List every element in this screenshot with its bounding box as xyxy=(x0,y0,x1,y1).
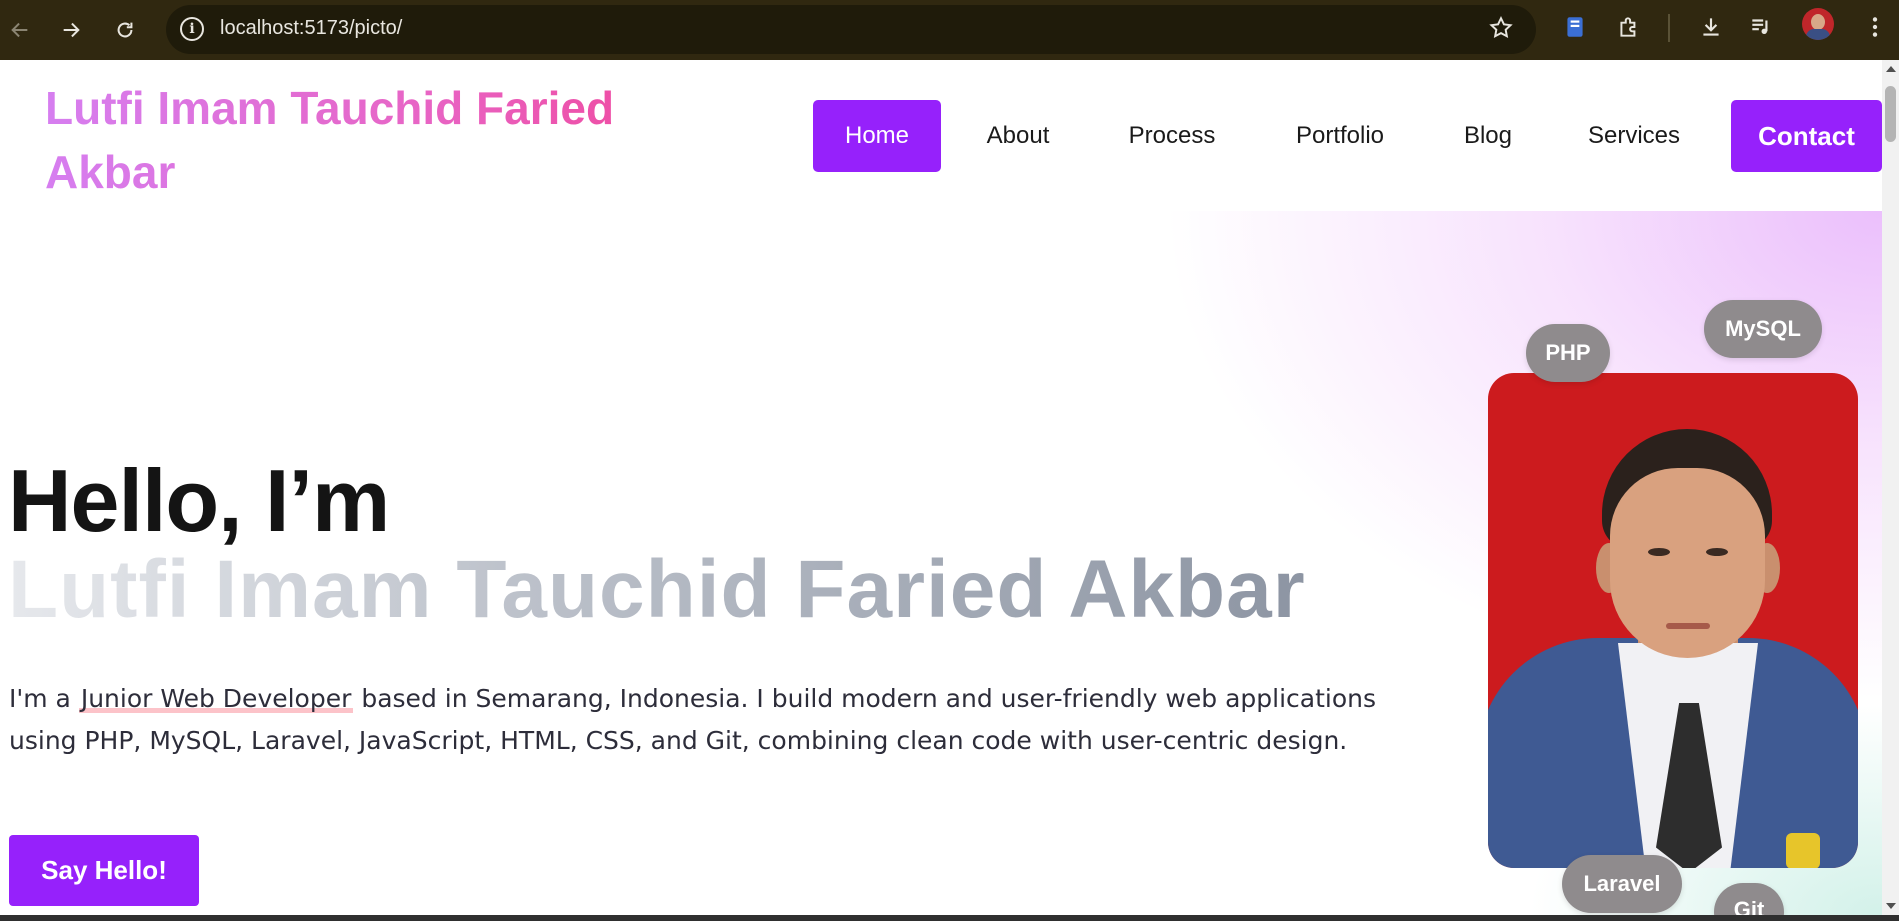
download-icon xyxy=(1703,18,1719,36)
downloads-button[interactable] xyxy=(1694,10,1728,44)
arrow-left-icon xyxy=(11,22,28,38)
site-brand[interactable]: Lutfi Imam Tauchid Faried Akbar xyxy=(45,76,685,204)
forward-button[interactable] xyxy=(53,12,89,48)
scrollbar-thumb[interactable] xyxy=(1885,86,1896,142)
web-page: Lutfi Imam Tauchid Faried Akbar Home Abo… xyxy=(0,60,1882,915)
nav-services[interactable]: Services xyxy=(1576,100,1692,172)
say-hello-button[interactable]: Say Hello! xyxy=(9,835,199,906)
puzzle-icon xyxy=(1620,17,1636,37)
address-url[interactable]: localhost:5173/picto/ xyxy=(220,17,402,40)
nav-about[interactable]: About xyxy=(962,100,1074,172)
back-button[interactable] xyxy=(2,12,38,48)
reload-button[interactable] xyxy=(107,12,143,48)
intro-highlight: Junior Web Developer xyxy=(78,684,354,713)
skill-tag-php: PHP xyxy=(1526,324,1610,382)
skill-tag-mysql: MySQL xyxy=(1704,300,1822,358)
avatar-face xyxy=(1811,14,1825,30)
profile-photo xyxy=(1488,373,1858,868)
nav-home[interactable]: Home xyxy=(813,100,941,172)
hero-greeting: Hello, I’m xyxy=(8,451,390,550)
scroll-down-arrow-icon[interactable] xyxy=(1886,903,1896,909)
nav-process[interactable]: Process xyxy=(1110,100,1234,172)
toolbar-divider xyxy=(1668,14,1670,42)
extension-book-button[interactable] xyxy=(1558,10,1592,44)
avatar-suit xyxy=(1806,29,1830,40)
nav-blog[interactable]: Blog xyxy=(1450,100,1526,172)
reload-icon xyxy=(117,22,133,38)
photo-badge xyxy=(1786,833,1820,868)
playlist-icon xyxy=(1752,19,1768,35)
intro-prefix: I'm a xyxy=(9,684,71,713)
profile-avatar[interactable] xyxy=(1802,8,1834,40)
skill-tag-laravel: Laravel xyxy=(1562,855,1682,913)
nav-contact-button[interactable]: Contact xyxy=(1731,100,1882,172)
browser-toolbar: i localhost:5173/picto/ xyxy=(0,0,1899,60)
address-bar[interactable]: i localhost:5173/picto/ xyxy=(166,5,1536,54)
extensions-button[interactable] xyxy=(1612,10,1646,44)
hero-name: Lutfi Imam Tauchid Faried Akbar xyxy=(8,544,1306,635)
photo-mouth xyxy=(1666,623,1710,629)
page-scrollbar[interactable] xyxy=(1882,60,1899,915)
bookmark-star-icon[interactable] xyxy=(1488,15,1514,41)
brand-line-2: Akbar xyxy=(45,146,176,198)
scroll-up-arrow-icon[interactable] xyxy=(1886,66,1896,72)
brand-line-1: Lutfi Imam Tauchid Faried xyxy=(45,82,615,134)
window-bottom-edge xyxy=(0,915,1899,921)
nav-portfolio[interactable]: Portfolio xyxy=(1280,100,1400,172)
arrow-right-icon xyxy=(63,22,80,38)
hero-intro: I'm a Junior Web Developer based in Sema… xyxy=(9,678,1429,762)
media-controls-button[interactable] xyxy=(1744,10,1778,44)
photo-eye-left xyxy=(1648,548,1670,556)
kebab-menu-icon xyxy=(1872,17,1878,37)
site-info-icon[interactable]: i xyxy=(180,17,204,41)
book-icon xyxy=(1567,17,1583,37)
photo-eye-right xyxy=(1706,548,1728,556)
photo-face xyxy=(1610,468,1765,658)
browser-menu-button[interactable] xyxy=(1858,10,1892,44)
